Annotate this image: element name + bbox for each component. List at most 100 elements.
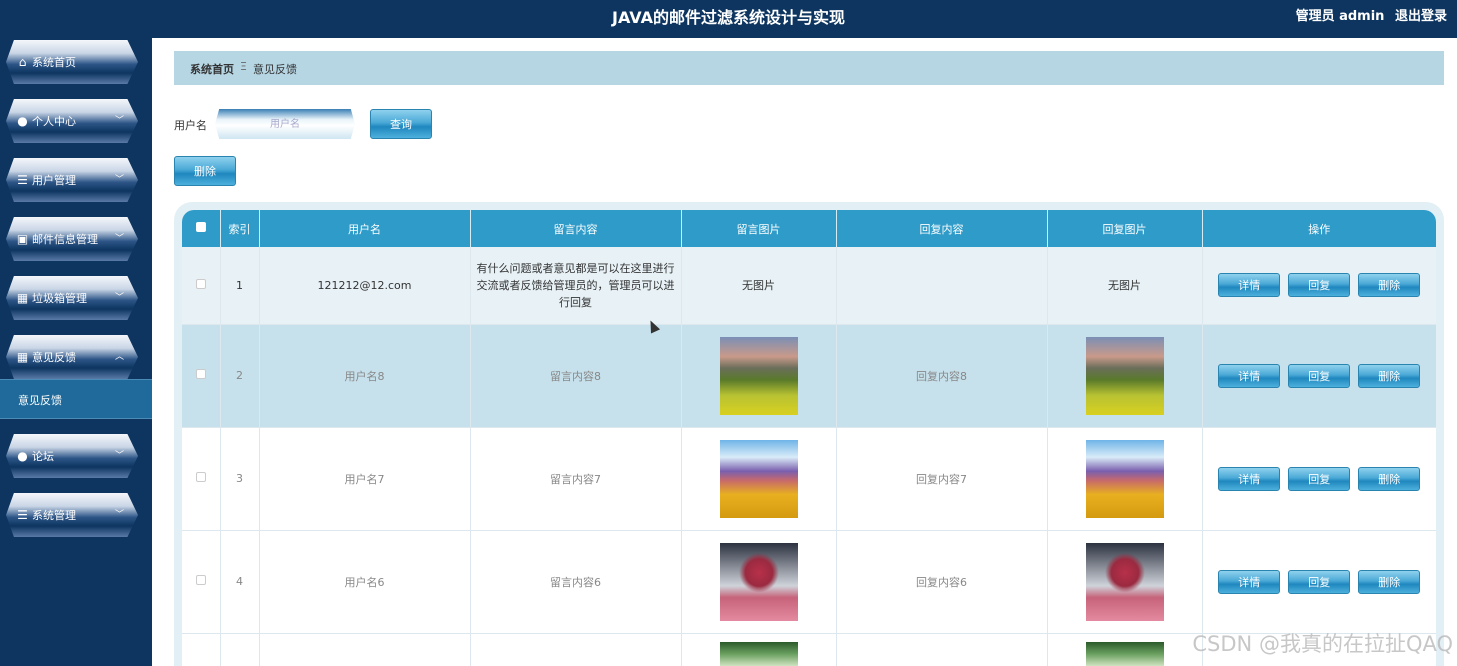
sidebar-item-users[interactable]: ☰ 用户管理 ﹀ [6,158,138,202]
query-button[interactable]: 查询 [370,109,432,139]
top-header: JAVA的邮件过滤系统设计与实现 管理员 admin 退出登录 [0,0,1457,38]
table-row: 2 用户名8 留言内容8 回复内容8 详情 回复 删除 [182,324,1436,428]
column-header: 回复内容 [836,210,1048,247]
delete-button[interactable]: 删除 [1358,569,1421,594]
detail-button[interactable]: 详情 [1218,273,1281,298]
username-cell: 用户名7 [259,427,471,531]
content-text: 有什么问题或者意见都是可以在这里进行交流或者反馈给管理员的，管理员可以进行回复 [476,261,675,309]
grid-icon: ▦ [16,290,29,305]
list-icon: ☰ [17,507,28,522]
reply-button[interactable]: 回复 [1288,569,1351,594]
breadcrumb: 系统首页 Ξ 意见反馈 [174,51,1444,85]
grid-icon: ▦ [16,349,29,364]
watermark: CSDN @我真的在拉扯QAQ [1192,632,1453,656]
index-cell: 2 [220,324,260,428]
reply-cell: 回复内容8 [836,324,1048,428]
sidebar-item-forum[interactable]: ● 论坛 ﹀ [6,434,138,478]
user-icon: ● [17,448,28,463]
actions-cell: 详情 回复 删除 [1202,530,1436,634]
reply-button[interactable]: 回复 [1288,273,1351,298]
reply-cell: 回复内容7 [836,427,1048,531]
index-cell: 1 [220,247,260,325]
index-cell: 4 [220,530,260,634]
user-icon: ● [17,113,28,128]
home-icon: ⌂ [18,54,27,69]
sidebar-item-label: 个人中心 [32,115,76,128]
list-icon: ☰ [17,172,28,187]
pink-tree-image[interactable] [1085,542,1164,621]
forest-image[interactable] [1085,641,1164,666]
sidebar-item-label: 系统首页 [32,56,76,69]
row-checkbox[interactable] [195,472,206,482]
image-cell [681,324,837,428]
feedback-table: 索引 用户名 留言内容 留言图片 回复内容 回复图片 操作 1 121212@1… [182,210,1436,666]
content-cell: 留言内容7 [470,427,682,531]
detail-button[interactable]: 详情 [1218,569,1281,594]
pink-tree-image[interactable] [719,542,798,621]
flower-field-image[interactable] [1085,439,1164,518]
image-cell [681,427,837,531]
row-checkbox[interactable] [195,369,206,379]
chevron-down-icon: ﹀ [114,293,124,303]
image-cell [681,530,837,634]
sidebar-item-label: 论坛 [32,450,54,463]
sidebar-item-feedback[interactable]: ▦ 意见反馈 ︿ [6,335,138,379]
column-header: 回复图片 [1047,210,1203,247]
username-search-input[interactable] [215,109,355,139]
sidebar-item-system[interactable]: ☰ 系统管理 ﹀ [6,493,138,537]
reply-image-cell [1047,324,1203,428]
row-checkbox[interactable] [195,575,206,585]
breadcrumb-home[interactable]: 系统首页 [190,61,234,77]
chevron-down-icon: ﹀ [114,116,124,126]
sidebar-item-profile[interactable]: ● 个人中心 ﹀ [6,99,138,143]
reply-cell: 回复内容6 [836,530,1048,634]
delete-button[interactable]: 删除 [1358,466,1421,491]
sidebar-subitem-feedback[interactable]: 意见反馈 [0,379,152,419]
content-cell: 留言内容6 [470,530,682,634]
sidebar-item-label: 用户管理 [32,174,76,187]
table-row: 3 用户名7 留言内容7 回复内容7 详情 回复 删除 [182,427,1436,531]
mountain-landscape-image[interactable] [719,336,798,415]
detail-button[interactable]: 详情 [1218,363,1281,388]
table-row: 4 用户名6 留言内容6 回复内容6 详情 回复 删除 [182,530,1436,634]
delete-button[interactable]: 删除 [1358,363,1421,388]
logout-link[interactable]: 退出登录 [1395,9,1447,24]
chevron-down-icon: ﹀ [114,510,124,520]
forest-image[interactable] [719,641,798,666]
mountain-landscape-image[interactable] [1085,336,1164,415]
reply-image-cell [1047,530,1203,634]
sidebar-item-label: 邮件信息管理 [32,233,98,246]
chevron-down-icon: ﹀ [114,175,124,185]
row-checkbox[interactable] [195,278,206,289]
batch-delete-button[interactable]: 删除 [174,156,236,186]
username-cell: 用户名8 [259,324,471,428]
sidebar-item-label: 垃圾箱管理 [32,292,87,305]
column-header: 操作 [1202,210,1436,247]
flower-field-image[interactable] [719,439,798,518]
chevron-down-icon: ﹀ [114,451,124,461]
reply-image-cell [1047,427,1203,531]
actions-cell: 详情 回复 删除 [1202,324,1436,428]
select-all-cell [182,210,221,247]
table-header-row: 索引 用户名 留言内容 留言图片 回复内容 回复图片 操作 [182,210,1436,247]
sidebar-item-mail[interactable]: ▣ 邮件信息管理 ﹀ [6,217,138,261]
detail-button[interactable]: 详情 [1218,466,1281,491]
breadcrumb-separator: Ξ [240,60,247,73]
reply-button[interactable]: 回复 [1288,466,1351,491]
content-cell: 留言内容8 [470,324,682,428]
reply-button[interactable]: 回复 [1288,363,1351,388]
user-role-label: 管理员 admin [1295,9,1385,24]
table-container: 索引 用户名 留言内容 留言图片 回复内容 回复图片 操作 1 121212@1… [174,202,1444,666]
column-header: 留言内容 [470,210,682,247]
sidebar-item-trash[interactable]: ▦ 垃圾箱管理 ﹀ [6,276,138,320]
actions-cell: 详情 回复 删除 [1202,247,1436,325]
table-row: 1 121212@12.com 有什么问题或者意见都是可以在这里进行交流或者反馈… [182,247,1436,325]
delete-button[interactable]: 删除 [1358,273,1421,298]
index-cell: 3 [220,427,260,531]
reply-image-cell: 无图片 [1047,247,1203,325]
sidebar-item-label: 系统管理 [32,509,76,522]
select-all-checkbox[interactable] [195,222,206,232]
search-label: 用户名 [174,119,207,132]
sidebar-item-label: 意见反馈 [32,351,76,364]
sidebar-item-home[interactable]: ⌂ 系统首页 [6,40,138,84]
